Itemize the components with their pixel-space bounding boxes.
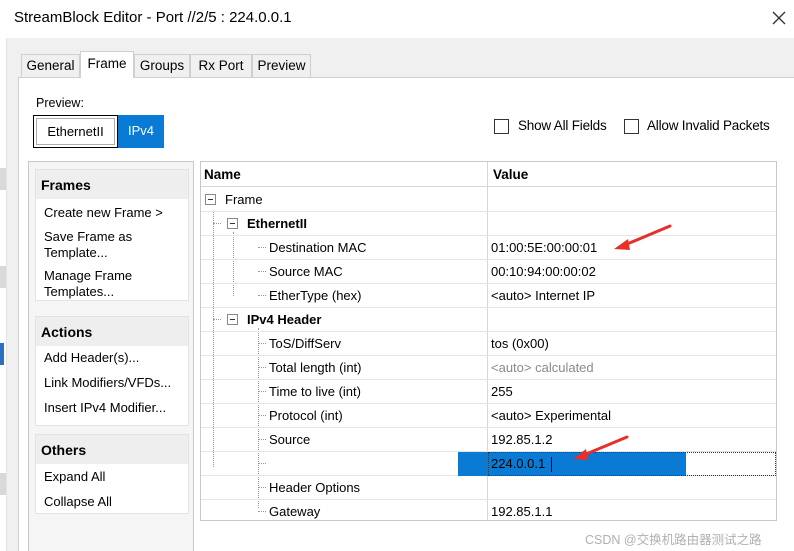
allow-invalid-packets-label[interactable]: Allow Invalid Packets — [647, 118, 770, 133]
tree-line — [258, 247, 266, 248]
field-value[interactable]: 255 — [491, 384, 513, 399]
field-value[interactable]: <auto> Internet IP — [491, 288, 595, 303]
link-modifiers-vfds-link[interactable]: Link Modifiers/VFDs... — [44, 375, 171, 391]
frames-section-title: Frames — [36, 170, 188, 199]
tab-frame[interactable]: Frame — [80, 51, 134, 78]
field-name: Total length (int) — [269, 360, 362, 375]
tree-line — [258, 343, 266, 344]
create-new-frame-link[interactable]: Create new Frame > — [44, 205, 163, 221]
table-row-selected[interactable]: Destination 224.0.0.1 — [201, 452, 776, 476]
table-row[interactable]: EthernetII — [201, 212, 776, 236]
field-name: Gateway — [269, 504, 321, 519]
watermark: CSDN @交换机路由器测试之路 — [585, 533, 762, 547]
insert-ipv4-modifier-link[interactable]: Insert IPv4 Modifier... — [44, 400, 166, 416]
field-value[interactable]: 00:10:94:00:00:02 — [491, 264, 596, 279]
field-name: Time to live (int) — [269, 384, 361, 399]
actions-section-title: Actions — [36, 317, 188, 346]
collapse-all-link[interactable]: Collapse All — [44, 494, 112, 510]
tab-groups[interactable]: Groups — [134, 54, 190, 77]
tree-line — [258, 511, 266, 512]
frame-fields-grid: Name Value Frame EthernetII Destination … — [200, 161, 777, 521]
tree-line — [258, 295, 266, 296]
table-row[interactable]: Frame — [201, 188, 776, 212]
table-row[interactable]: Gateway 192.85.1.1 — [201, 500, 776, 524]
tree-line — [258, 487, 266, 488]
table-row[interactable]: EtherType (hex) <auto> Internet IP — [201, 284, 776, 308]
field-value[interactable]: 192.85.1.1 — [491, 504, 552, 519]
show-all-fields-checkbox[interactable] — [494, 119, 509, 134]
window-title: StreamBlock Editor - Port //2/5 : 224.0.… — [14, 9, 292, 26]
field-name: Protocol (int) — [269, 408, 343, 423]
field-name: EtherType (hex) — [269, 288, 362, 303]
edge-mark — [0, 473, 6, 495]
field-name: IPv4 Header — [247, 312, 322, 327]
red-arrow-annotation — [614, 224, 672, 250]
grid-header: Name Value — [201, 162, 776, 187]
others-section-title: Others — [36, 435, 188, 464]
field-name: Destination MAC — [269, 240, 367, 255]
field-value[interactable]: tos (0x00) — [491, 336, 549, 351]
table-row[interactable]: IPv4 Header — [201, 308, 776, 332]
table-row[interactable]: Header Options — [201, 476, 776, 500]
show-all-fields-label[interactable]: Show All Fields — [518, 118, 607, 133]
add-headers-link[interactable]: Add Header(s)... — [44, 350, 139, 366]
field-name: Frame — [225, 192, 263, 207]
table-row[interactable]: Destination MAC 01:00:5E:00:00:01 — [201, 236, 776, 260]
tree-line — [258, 367, 266, 368]
column-header-value[interactable]: Value — [493, 167, 528, 182]
others-section: Others Expand All Collapse All — [35, 434, 189, 514]
column-header-name[interactable]: Name — [204, 167, 241, 182]
title-bar: StreamBlock Editor - Port //2/5 : 224.0.… — [0, 0, 794, 38]
tab-preview[interactable]: Preview — [252, 54, 311, 77]
sidebar: Frames Create new Frame > Save Frame as … — [28, 161, 194, 551]
field-value[interactable]: <auto> calculated — [491, 360, 594, 375]
tree-line — [258, 439, 266, 440]
actions-section: Actions Add Header(s)... Link Modifiers/… — [35, 316, 189, 426]
table-row[interactable]: Total length (int) <auto> calculated — [201, 356, 776, 380]
allow-invalid-packets-checkbox[interactable] — [624, 119, 639, 134]
field-name: EthernetII — [247, 216, 307, 231]
tab-rx-port[interactable]: Rx Port — [190, 54, 252, 77]
tree-line — [258, 271, 266, 272]
edge-mark — [0, 266, 6, 288]
preview-segment-ipv4[interactable]: IPv4 — [118, 115, 164, 148]
preview-segment-ethernetii[interactable]: EthernetII — [33, 115, 118, 148]
table-row[interactable]: Protocol (int) <auto> Experimental — [201, 404, 776, 428]
table-row[interactable]: Source MAC 00:10:94:00:00:02 — [201, 260, 776, 284]
background-window-edge — [0, 38, 7, 551]
tree-line — [258, 415, 266, 416]
field-name: Source — [269, 432, 311, 447]
expand-all-link[interactable]: Expand All — [44, 469, 105, 485]
frames-section: Frames Create new Frame > Save Frame as … — [35, 169, 189, 301]
field-value[interactable]: <auto> Experimental — [491, 408, 611, 423]
red-arrow-annotation — [573, 435, 629, 460]
edge-mark — [0, 168, 6, 190]
collapse-icon[interactable] — [205, 194, 216, 205]
field-name: Header Options — [269, 480, 361, 495]
text-caret — [551, 457, 552, 472]
table-row[interactable]: Source 192.85.1.2 — [201, 428, 776, 452]
field-value[interactable]: 01:00:5E:00:00:01 — [491, 240, 597, 255]
preview-label: Preview: — [36, 96, 84, 110]
field-value-input[interactable]: 224.0.0.1 — [491, 456, 545, 471]
close-icon[interactable] — [771, 10, 787, 26]
field-name: ToS/DiffServ — [269, 336, 342, 351]
table-row[interactable]: ToS/DiffServ tos (0x00) — [201, 332, 776, 356]
field-name: Source MAC — [269, 264, 343, 279]
edge-mark — [0, 343, 4, 365]
tree-line — [258, 463, 266, 464]
save-frame-as-template-link[interactable]: Save Frame as Template... — [44, 229, 149, 261]
tab-general[interactable]: General — [21, 54, 80, 77]
collapse-icon[interactable] — [227, 314, 238, 325]
table-row[interactable]: Time to live (int) 255 — [201, 380, 776, 404]
field-name: Destination — [269, 456, 335, 471]
collapse-icon[interactable] — [227, 218, 238, 229]
tree-line — [258, 391, 266, 392]
manage-frame-templates-link[interactable]: Manage Frame Templates... — [44, 268, 164, 300]
field-value[interactable]: 192.85.1.2 — [491, 432, 552, 447]
